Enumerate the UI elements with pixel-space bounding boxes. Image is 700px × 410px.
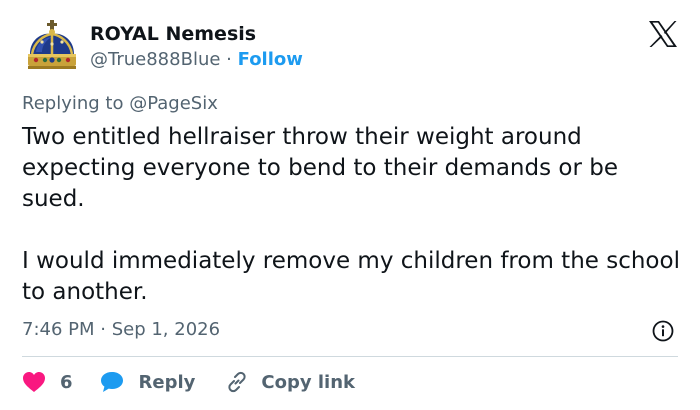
heart-icon xyxy=(23,372,45,392)
info-icon[interactable] xyxy=(652,320,674,342)
like-button[interactable]: 6 xyxy=(22,371,99,393)
author-name[interactable]: ROYAL Nemesis xyxy=(90,22,256,46)
copy-link-label: Copy link xyxy=(261,371,355,393)
tweet-timestamp[interactable]: 7:46 PM · Sep 1, 2026 xyxy=(22,318,220,342)
follow-button[interactable]: Follow xyxy=(238,49,303,70)
replying-to: Replying to @PageSix xyxy=(22,92,218,116)
action-bar: 6 Reply Copy link xyxy=(22,368,355,396)
actions-divider xyxy=(22,356,678,357)
tweet-paragraph-2: I would immediately remove my children f… xyxy=(22,248,680,305)
tweet-card: ROYAL Nemesis @True888Blue · Follow Repl… xyxy=(0,0,700,410)
royal-crown-icon[interactable] xyxy=(22,20,82,72)
x-logo-icon[interactable] xyxy=(648,20,678,48)
like-count: 6 xyxy=(60,371,73,393)
replying-to-prefix: Replying to xyxy=(22,93,130,114)
link-icon xyxy=(228,371,247,393)
reply-label: Reply xyxy=(138,371,196,393)
copy-link-button[interactable]: Copy link xyxy=(225,370,355,394)
replying-to-mention[interactable]: @PageSix xyxy=(129,93,218,114)
tweet-text: Two entitled hellraiser throw their weig… xyxy=(22,122,682,308)
tweet-paragraph-1: Two entitled hellraiser throw their weig… xyxy=(22,124,618,212)
handle-separator: · xyxy=(226,49,232,70)
author-handle-row: @True888Blue · Follow xyxy=(90,48,303,72)
speech-bubble-icon xyxy=(100,372,123,392)
reply-button[interactable]: Reply xyxy=(99,370,226,394)
author-handle[interactable]: @True888Blue xyxy=(90,49,220,70)
